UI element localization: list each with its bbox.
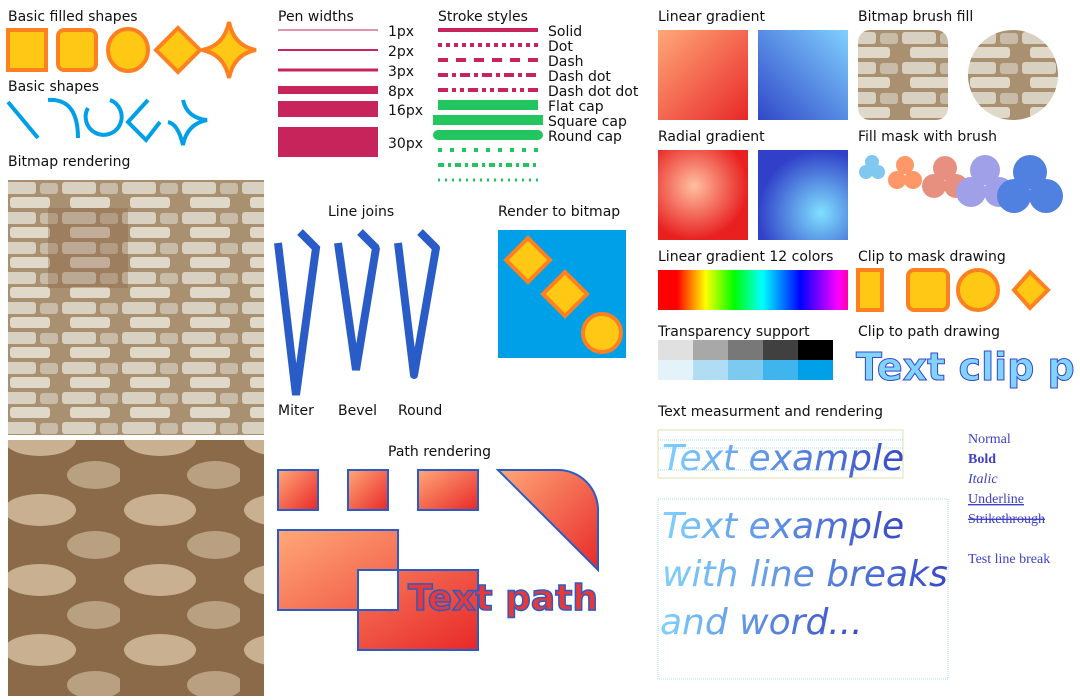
section-label: Clip to path drawing: [858, 324, 1000, 340]
section-label: Clip to mask drawing: [858, 249, 1006, 265]
bitmap-zoomed-image: [8, 440, 264, 696]
join-label: Round: [398, 403, 442, 419]
stroked-shapes: [6, 97, 208, 146]
pen-width-label: 8px: [388, 84, 414, 100]
pen-width-label: 1px: [388, 24, 414, 40]
stroke-style-label: Dash dot: [548, 69, 611, 85]
section-label: Fill mask with brush: [858, 129, 997, 145]
section-label: Radial gradient: [658, 129, 765, 145]
rainbow-gradient: [658, 270, 848, 310]
section-label: Path rendering: [388, 444, 491, 460]
multiline-text-line: Text example: [662, 506, 904, 547]
linear-gradient-red: [658, 30, 748, 120]
clip-mask-shapes: [856, 268, 1051, 312]
stroked-polyline: [125, 98, 162, 144]
bitmap-brush-circle: [968, 30, 1058, 120]
font-style-normal: Normal: [968, 432, 1011, 447]
stroked-line: [6, 100, 40, 140]
section-label: Basic shapes: [8, 79, 99, 95]
section-label: Line joins: [328, 204, 394, 220]
join-label: Bevel: [338, 403, 377, 419]
stroke-style-label: Dash: [548, 54, 584, 70]
text-example: Text example: [662, 438, 904, 479]
multiline-text-line: and word...: [660, 602, 863, 643]
stroke-style-lines: [438, 28, 538, 92]
line-break-text: Test line break: [968, 552, 1050, 567]
stroke-style-label: Dot: [548, 39, 573, 55]
section-label: Bitmap brush fill: [858, 9, 973, 25]
pen-width-label: 30px: [388, 136, 423, 152]
green-dotted-lines: [438, 148, 538, 182]
demo-canvas: Basic filled shapes Basic shapes Bitmap …: [6, 9, 1075, 696]
font-style-underline: Underline: [968, 492, 1024, 507]
filled-diamond: [153, 25, 203, 75]
multiline-text-line: with line breaks: [662, 554, 948, 595]
line-join-shapes: [274, 229, 440, 396]
stroke-style-label: Square cap: [548, 114, 627, 130]
section-label: Pen widths: [278, 9, 354, 25]
clip-path-text: Text clip p: [856, 345, 1075, 389]
section-label: Linear gradient 12 colors: [658, 249, 833, 265]
stroke-style-label: Round cap: [548, 129, 622, 145]
filled-star: [201, 21, 257, 79]
stroked-star: [167, 99, 208, 146]
bitmap-overlay: [48, 208, 128, 288]
radial-gradient-red: [658, 150, 748, 240]
font-style-italic: Italic: [967, 472, 998, 487]
stroked-arc: [83, 98, 124, 137]
section-label: Transparency support: [657, 324, 810, 340]
pen-width-label: 3px: [388, 64, 414, 80]
section-label: Linear gradient: [658, 9, 765, 25]
stroked-curve: [47, 97, 80, 139]
pen-width-label: 2px: [388, 44, 414, 60]
stroke-style-label: Flat cap: [548, 99, 604, 115]
transparency-grid: [658, 340, 833, 380]
bitmap-brush-rect: [858, 30, 948, 120]
text-path: Text path: [408, 578, 598, 619]
linear-gradient-blue: [758, 30, 848, 120]
font-style-bold: Bold: [968, 452, 996, 467]
filled-rounded-rect: [56, 28, 98, 72]
radial-gradient-blue: [758, 150, 848, 240]
bitmap-image: [8, 180, 264, 435]
pen-width-label: 16px: [388, 103, 423, 119]
stroke-style-label: Dash dot dot: [548, 84, 639, 100]
path-shapes: [277, 469, 599, 651]
section-label: Basic filled shapes: [8, 9, 138, 25]
section-label: Stroke styles: [438, 9, 528, 25]
section-label: Bitmap rendering: [8, 154, 130, 170]
pen-width-lines: [278, 29, 378, 157]
stroke-style-label: Solid: [548, 24, 582, 40]
font-style-strikethrough: Strikethrough: [968, 512, 1045, 527]
rendered-bitmap: [498, 230, 626, 358]
section-label: Render to bitmap: [498, 204, 620, 220]
club-mask-shapes: [859, 155, 1063, 213]
filled-ellipse: [106, 27, 150, 73]
cap-lines: [433, 100, 543, 140]
filled-rect: [6, 28, 48, 72]
section-label: Text measurment and rendering: [657, 404, 883, 420]
filled-shapes: [6, 21, 257, 79]
join-label: Miter: [278, 403, 314, 419]
